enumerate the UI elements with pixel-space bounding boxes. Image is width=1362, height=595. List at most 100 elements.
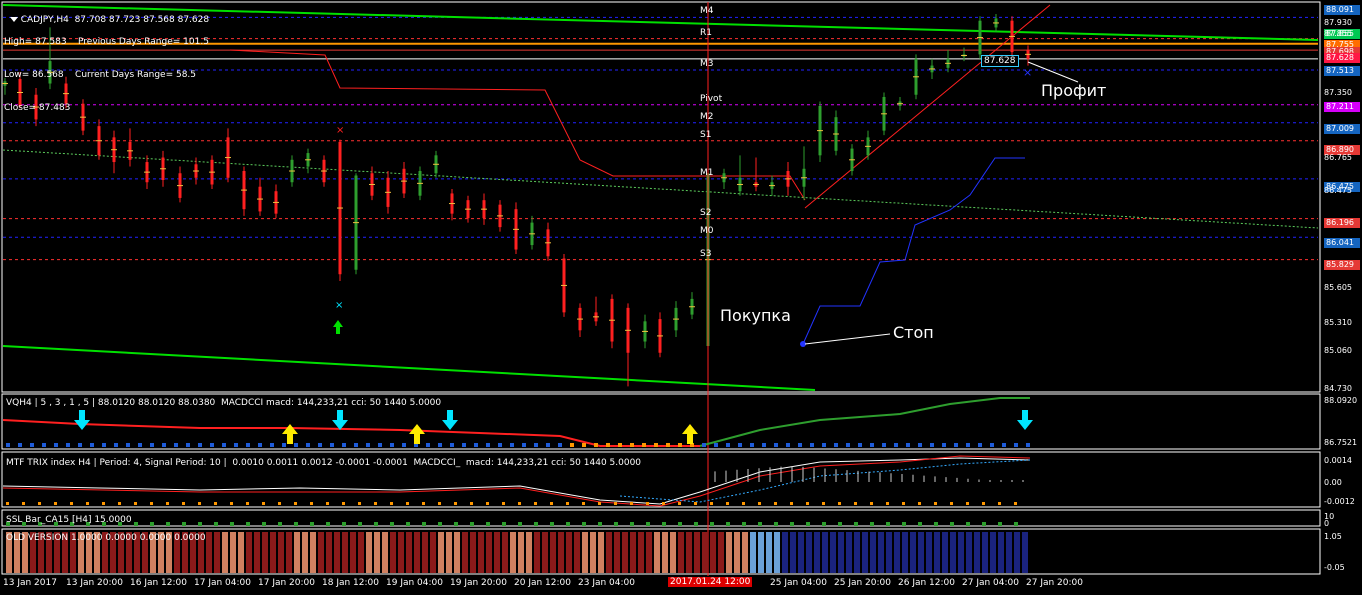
vqh-dot (342, 443, 346, 447)
trix-dot (630, 502, 633, 505)
old-version-bar (566, 532, 572, 573)
time-axis-label: 27 Jan 04:00 (962, 578, 1019, 588)
pivot-label: M1 (700, 167, 714, 178)
sell-marker: × (336, 125, 344, 136)
old-version-bar (694, 532, 700, 573)
old-version-bar (798, 532, 804, 573)
trix-dot (38, 502, 41, 505)
vqh-dot (654, 443, 658, 447)
ssl-dot (726, 522, 730, 526)
old-version-bar (622, 532, 628, 573)
old-version-bar (502, 532, 508, 573)
ssl-dot (934, 522, 938, 526)
old-version-bar (238, 532, 244, 573)
ssl-dot (966, 522, 970, 526)
vqh-dot (162, 443, 166, 447)
crosshair-time-label: 2017.01.24 12:00 (668, 577, 753, 587)
profit-x-marker: × (1023, 66, 1032, 79)
price-axis-tick: 85.060 (1324, 346, 1352, 355)
trix-dot (54, 502, 57, 505)
vqh-dot (726, 443, 730, 447)
old-version-bar (262, 532, 268, 573)
old-version-bar (582, 532, 588, 573)
old-version-bar (806, 532, 812, 573)
vqh-dot (366, 443, 370, 447)
old-version-bar (934, 532, 940, 573)
old-version-bar (214, 532, 220, 573)
old-version-bar (910, 532, 916, 573)
ssl-dot (662, 522, 666, 526)
old-version-bar (302, 532, 308, 573)
trix-dot (470, 502, 473, 505)
vqh-axis-top: 88.0920 (1324, 396, 1358, 405)
vqh-dot (906, 443, 910, 447)
ssl-dot (262, 522, 266, 526)
price-axis-tick: 86.475 (1324, 186, 1352, 195)
old-version-bar (862, 532, 868, 573)
old-version-bar (726, 532, 732, 573)
ssl-dot (278, 522, 282, 526)
old-version-bar (318, 532, 324, 573)
ssl-label: SSL Bar_CA15 [H4] 15.0000 (6, 515, 132, 525)
trix-dot (406, 502, 409, 505)
low-line: Low= 86.568 Current Days Range= 58.5 (4, 70, 197, 80)
old-version-bar (486, 532, 492, 573)
profit-pointer (1027, 61, 1079, 83)
trix-dot (390, 502, 393, 505)
trix-dot (182, 502, 185, 505)
vqh-dot (930, 443, 934, 447)
vqh-dot (234, 443, 238, 447)
trix-dot (966, 502, 969, 505)
stop-pointer (804, 333, 891, 345)
vqh-dot (582, 443, 586, 447)
old-version-bar (534, 532, 540, 573)
ssl-dot (630, 522, 634, 526)
vqh-dot (438, 443, 442, 447)
trix-dot (998, 502, 1001, 505)
trix-dot (678, 502, 681, 505)
vqh-dot (186, 443, 190, 447)
trix-dot (918, 502, 921, 505)
trix-dot (358, 502, 361, 505)
old-version-bar (790, 532, 796, 573)
trix-dot (86, 502, 89, 505)
trix-dot (950, 502, 953, 505)
trix-dot (742, 502, 745, 505)
trix-dot (294, 502, 297, 505)
vqh-dot (954, 443, 958, 447)
trix-dot (774, 502, 777, 505)
vqh-dot (498, 443, 502, 447)
old-version-bar (390, 532, 396, 573)
ssl-dot (950, 522, 954, 526)
vqh-dot (570, 443, 574, 447)
trix-dot (982, 502, 985, 505)
pivot-label: S3 (700, 248, 712, 259)
trix-dot (534, 502, 537, 505)
trix-dot (374, 502, 377, 505)
old-version-bar (854, 532, 860, 573)
old-version-bar (926, 532, 932, 573)
old-version-bar (590, 532, 596, 573)
old-axis-top: 1.05 (1324, 532, 1342, 541)
ssl-dot (150, 522, 154, 526)
old-version-bar (670, 532, 676, 573)
ssl-dot (870, 522, 874, 526)
vqh-down-arrow (74, 410, 90, 430)
ssl-dot (646, 522, 650, 526)
vqh-dot (18, 443, 22, 447)
trix-dot (6, 502, 9, 505)
trix-dot (550, 502, 553, 505)
vqh-dot (450, 443, 454, 447)
price-level-label: 88.091 (1324, 5, 1360, 15)
vqh-dot (330, 443, 334, 447)
chart-menu-icon[interactable] (9, 17, 18, 22)
vqh-dot (426, 443, 430, 447)
old-version-bar (1022, 532, 1028, 573)
trix-dot (902, 502, 905, 505)
old-version-bar (494, 532, 500, 573)
ssl-dot (774, 522, 778, 526)
ssl-dot (134, 522, 138, 526)
old-version-bar (558, 532, 564, 573)
old-version-bar (430, 532, 436, 573)
vqh-dot (630, 443, 634, 447)
